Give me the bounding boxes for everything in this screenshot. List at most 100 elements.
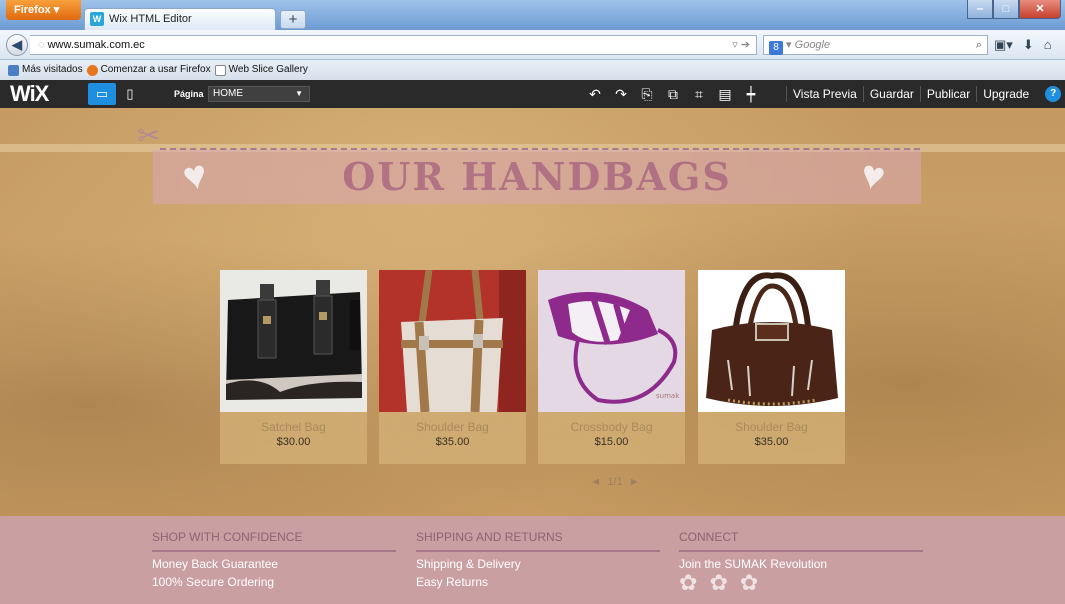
window-controls: ‒ □ ✕ [967, 0, 1061, 20]
editor-tools: ↶ ↷ ⎘ ⧉ ⌗ ▤ ┿ [582, 80, 764, 108]
toolbar-toggle-icon[interactable]: ▤ [712, 80, 738, 108]
preview-button[interactable]: Vista Previa [786, 86, 863, 102]
search-placeholder: Google [794, 39, 831, 51]
bookmark-comenzar-firefox[interactable]: Comenzar a usar Firefox [86, 60, 211, 80]
chevron-down-icon: ▼ [295, 89, 303, 98]
folder-icon [8, 64, 19, 76]
upgrade-button[interactable]: Upgrade [976, 86, 1035, 102]
page-menu-icon[interactable]: ▣▾ [994, 37, 1013, 53]
bookmarks-toolbar: Más visitados Comenzar a usar Firefox We… [0, 60, 1065, 80]
address-bar[interactable]: ◌ www.sumak.com.ec ▿ ➔ [30, 35, 757, 55]
prev-arrow-icon[interactable]: ◄ [590, 476, 601, 488]
page-indicator: 1/1 [607, 476, 623, 488]
bookmark-label: Más visitados [22, 64, 83, 75]
product-name[interactable]: Shoulder Bag [698, 420, 845, 434]
search-input[interactable]: 8 ▾ Google ⌕ [763, 35, 988, 55]
back-arrow-icon[interactable]: ◀ [6, 34, 28, 56]
web-slice-icon [214, 64, 226, 76]
next-arrow-icon[interactable]: ► [629, 476, 640, 488]
footer-link[interactable]: Join the SUMAK Revolution [679, 558, 923, 570]
bookmark-mas-visitados[interactable]: Más visitados [8, 60, 83, 80]
browser-navbar: ◀ ◌ www.sumak.com.ec ▿ ➔ 8 ▾ Google ⌕ ▣▾… [0, 30, 1065, 60]
product-info: Crossbody Bag $15.00 [538, 412, 685, 464]
page-label: Página [174, 89, 204, 99]
footer-column-shipping: SHIPPING AND RETURNS Shipping & Delivery… [416, 530, 660, 588]
browser-tab[interactable]: W Wix HTML Editor [84, 8, 276, 30]
new-tab-button[interactable]: + [280, 10, 306, 29]
product-name[interactable]: Crossbody Bag [538, 420, 685, 434]
editor-actions: Vista Previa Guardar Publicar Upgrade ? [786, 80, 1062, 108]
heart-icon: ♥ [856, 152, 890, 200]
scissors-icon: ✂ [137, 120, 161, 151]
google-icon: 8 [769, 41, 783, 55]
site-footer: SHOP WITH CONFIDENCE Money Back Guarante… [0, 516, 1065, 604]
product-price: $35.00 [754, 436, 789, 448]
product-price: $35.00 [435, 436, 470, 448]
bookmark-web-slice-gallery[interactable]: Web Slice Gallery [214, 60, 308, 80]
social-badge-icon[interactable]: ✿ [709, 572, 727, 594]
help-icon[interactable]: ? [1045, 86, 1062, 102]
tab-title: Wix HTML Editor [109, 13, 192, 25]
bookmark-label: Comenzar a usar Firefox [100, 64, 211, 75]
minimize-icon[interactable]: ‒ [967, 0, 993, 19]
rulers-icon[interactable]: ┿ [738, 80, 764, 108]
save-button[interactable]: Guardar [862, 86, 920, 102]
site-identity-icon: ◌ [38, 39, 48, 51]
product-name[interactable]: Shoulder Bag [379, 420, 526, 434]
snap-grid-icon[interactable]: ⌗ [686, 80, 712, 108]
footer-column-shop: SHOP WITH CONFIDENCE Money Back Guarante… [152, 530, 396, 588]
paste-icon[interactable]: ⧉ [660, 80, 686, 108]
heart-icon: ♥ [178, 152, 212, 200]
product-image-satchel[interactable] [220, 270, 367, 412]
search-icon[interactable]: ⌕ [976, 36, 982, 54]
mobile-view-icon[interactable]: ▯ [122, 83, 138, 105]
browser-titlebar: Firefox ▾ W Wix HTML Editor + ‒ □ ✕ [0, 0, 1065, 30]
footer-column-connect: CONNECT Join the SUMAK Revolution ✿ ✿ ✿ [679, 530, 923, 594]
nav-toolbar: ▣▾ ⬇ ⌂ [994, 37, 1052, 53]
product-card[interactable]: sumak Crossbody Bag $15.00 [538, 270, 685, 464]
address-text: www.sumak.com.ec [47, 39, 145, 51]
product-card[interactable]: Shoulder Bag $35.00 [698, 270, 845, 464]
firefox-menu-button[interactable]: Firefox ▾ [6, 0, 81, 20]
wix-favicon-icon: W [90, 12, 104, 26]
product-image-shoulder-bag[interactable] [698, 270, 845, 412]
bookmark-label: Web Slice Gallery [228, 64, 308, 75]
maximize-icon[interactable]: □ [993, 0, 1019, 19]
footer-link[interactable]: Money Back Guarantee [152, 558, 396, 570]
social-links: ✿ ✿ ✿ [679, 572, 923, 594]
footer-link[interactable]: 100% Secure Ordering [152, 576, 396, 588]
product-card[interactable]: Satchel Bag $30.00 [220, 270, 367, 464]
undo-icon[interactable]: ↶ [582, 80, 608, 108]
wix-editor-toolbar: WiX ▭ ▯ Página HOME ▼ ↶ ↷ ⎘ ⧉ ⌗ ▤ ┿ Vist… [0, 80, 1065, 108]
gallery-pager: ◄ 1/1 ► [575, 476, 655, 488]
product-price: $30.00 [276, 436, 311, 448]
footer-heading: CONNECT [679, 530, 923, 552]
footer-link[interactable]: Shipping & Delivery [416, 558, 660, 570]
page-select-value: HOME [213, 88, 243, 99]
firefox-menu-label: Firefox [14, 4, 51, 16]
publish-button[interactable]: Publicar [919, 86, 976, 102]
close-icon[interactable]: ✕ [1019, 0, 1061, 19]
footer-link[interactable]: Easy Returns [416, 576, 660, 588]
copy-icon[interactable]: ⎘ [634, 80, 660, 108]
firefox-icon [86, 64, 98, 76]
page-select[interactable]: HOME ▼ [208, 86, 310, 102]
social-badge-icon[interactable]: ✿ [679, 572, 697, 594]
svg-text:sumak: sumak [656, 392, 680, 400]
product-info: Satchel Bag $30.00 [220, 412, 367, 464]
desktop-view-icon[interactable]: ▭ [88, 83, 116, 105]
redo-icon[interactable]: ↷ [608, 80, 634, 108]
go-arrow-icon[interactable]: ▿ ➔ [732, 36, 750, 54]
product-info: Shoulder Bag $35.00 [379, 412, 526, 464]
footer-heading: SHIPPING AND RETURNS [416, 530, 660, 552]
download-icon[interactable]: ⬇ [1023, 37, 1034, 53]
product-card[interactable]: Shoulder Bag $35.00 [379, 270, 526, 464]
product-image-shoulder-bag[interactable] [379, 270, 526, 412]
social-badge-icon[interactable]: ✿ [740, 572, 758, 594]
title-banner[interactable]: OUR HANDBAGS ♥ ♥ [153, 150, 921, 204]
product-price: $15.00 [594, 436, 629, 448]
product-name[interactable]: Satchel Bag [220, 420, 367, 434]
wix-logo[interactable]: WiX [10, 82, 49, 106]
product-image-crossbody[interactable]: sumak [538, 270, 685, 412]
home-icon[interactable]: ⌂ [1044, 37, 1052, 53]
